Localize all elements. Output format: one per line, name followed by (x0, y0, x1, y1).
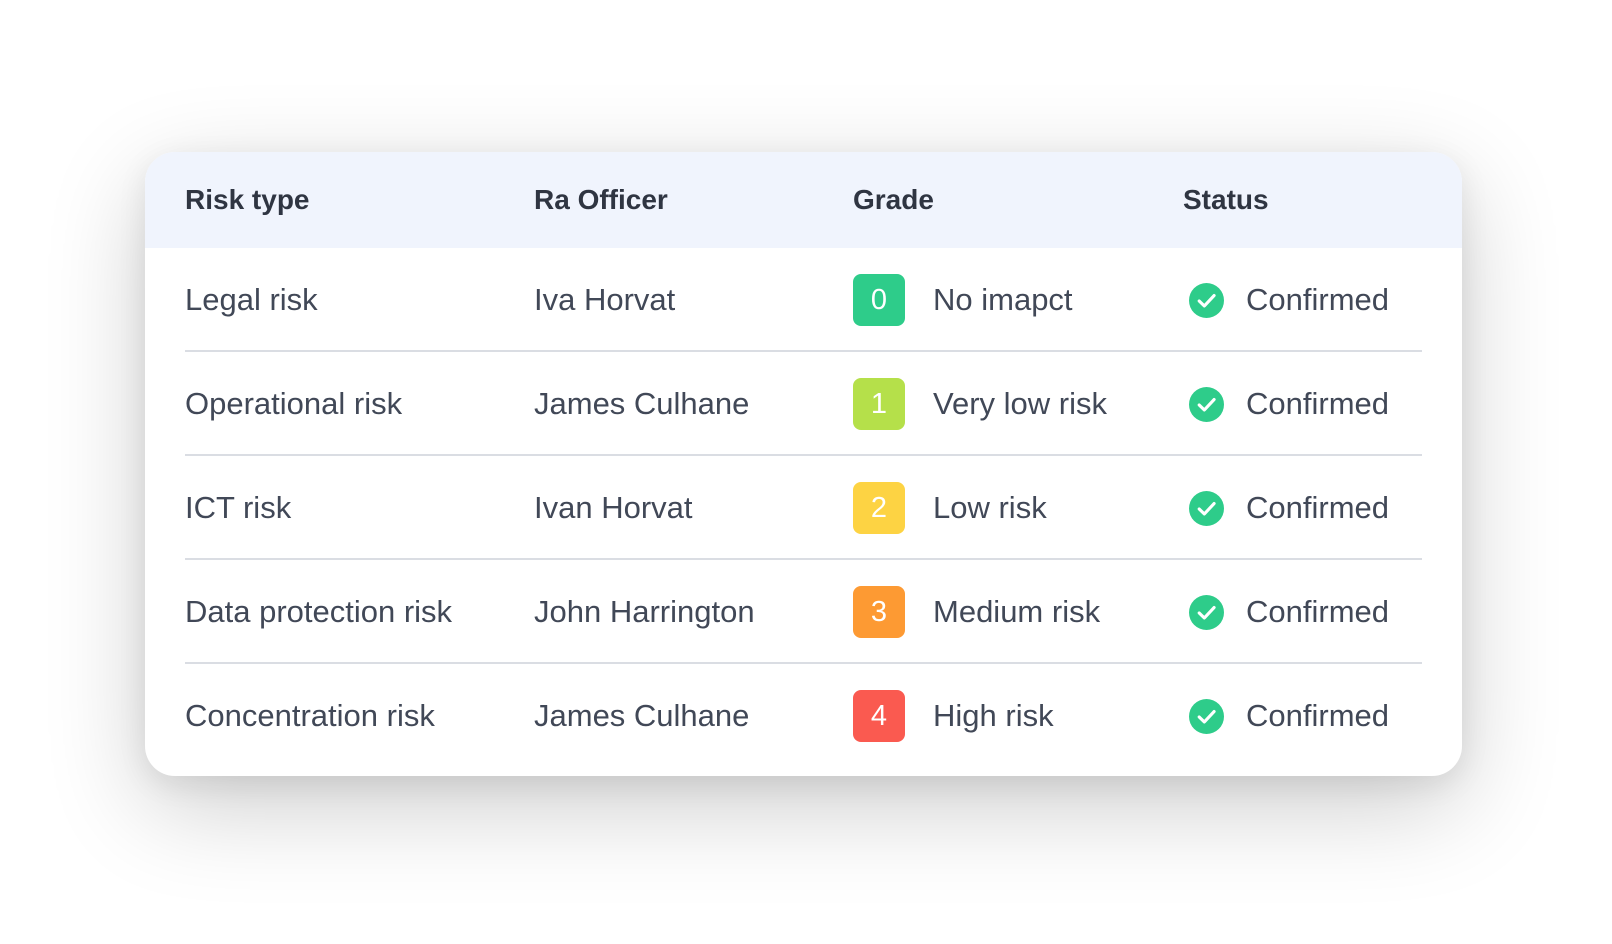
check-circle-icon (1189, 491, 1224, 526)
grade-badge: 0 (853, 274, 905, 326)
risk-type-cell: ICT risk (185, 490, 292, 525)
officer-cell: James Culhane (534, 698, 750, 733)
risk-type-cell: Operational risk (185, 386, 403, 421)
check-circle-icon (1189, 387, 1224, 422)
officer-cell: Iva Horvat (534, 282, 676, 317)
status-label: Confirmed (1246, 386, 1389, 421)
status-label: Confirmed (1246, 594, 1389, 629)
officer-cell: Ivan Horvat (534, 490, 693, 525)
grade-badge: 2 (853, 482, 905, 534)
grade-label: Medium risk (933, 594, 1101, 629)
header-grade[interactable]: Grade (853, 152, 934, 248)
table-row[interactable]: Legal risk Iva Horvat 0 No imapct Confir… (145, 248, 1462, 352)
risk-type-cell: Legal risk (185, 282, 318, 317)
grade-label: High risk (933, 698, 1054, 733)
check-circle-icon (1189, 595, 1224, 630)
check-circle-icon (1189, 283, 1224, 318)
risk-type-cell: Concentration risk (185, 698, 435, 733)
grade-badge: 3 (853, 586, 905, 638)
grade-badge: 4 (853, 690, 905, 742)
officer-cell: James Culhane (534, 386, 750, 421)
check-circle-icon (1189, 699, 1224, 734)
risk-type-cell: Data protection risk (185, 594, 453, 629)
grade-label: Very low risk (933, 386, 1107, 421)
officer-cell: John Harrington (534, 594, 755, 629)
table-row[interactable]: Data protection risk John Harrington 3 M… (145, 560, 1462, 664)
header-officer[interactable]: Ra Officer (534, 152, 668, 248)
table-row[interactable]: Concentration risk James Culhane 4 High … (145, 664, 1462, 768)
header-risk-type[interactable]: Risk type (185, 152, 310, 248)
status-label: Confirmed (1246, 490, 1389, 525)
grade-label: No imapct (933, 282, 1073, 317)
risk-table-card: Risk type Ra Officer Grade Status Legal … (145, 152, 1462, 776)
grade-label: Low risk (933, 490, 1047, 525)
header-status[interactable]: Status (1183, 152, 1269, 248)
table-row[interactable]: Operational risk James Culhane 1 Very lo… (145, 352, 1462, 456)
status-label: Confirmed (1246, 698, 1389, 733)
table-header: Risk type Ra Officer Grade Status (145, 152, 1462, 248)
status-label: Confirmed (1246, 282, 1389, 317)
grade-badge: 1 (853, 378, 905, 430)
table-row[interactable]: ICT risk Ivan Horvat 2 Low risk Confirme… (145, 456, 1462, 560)
